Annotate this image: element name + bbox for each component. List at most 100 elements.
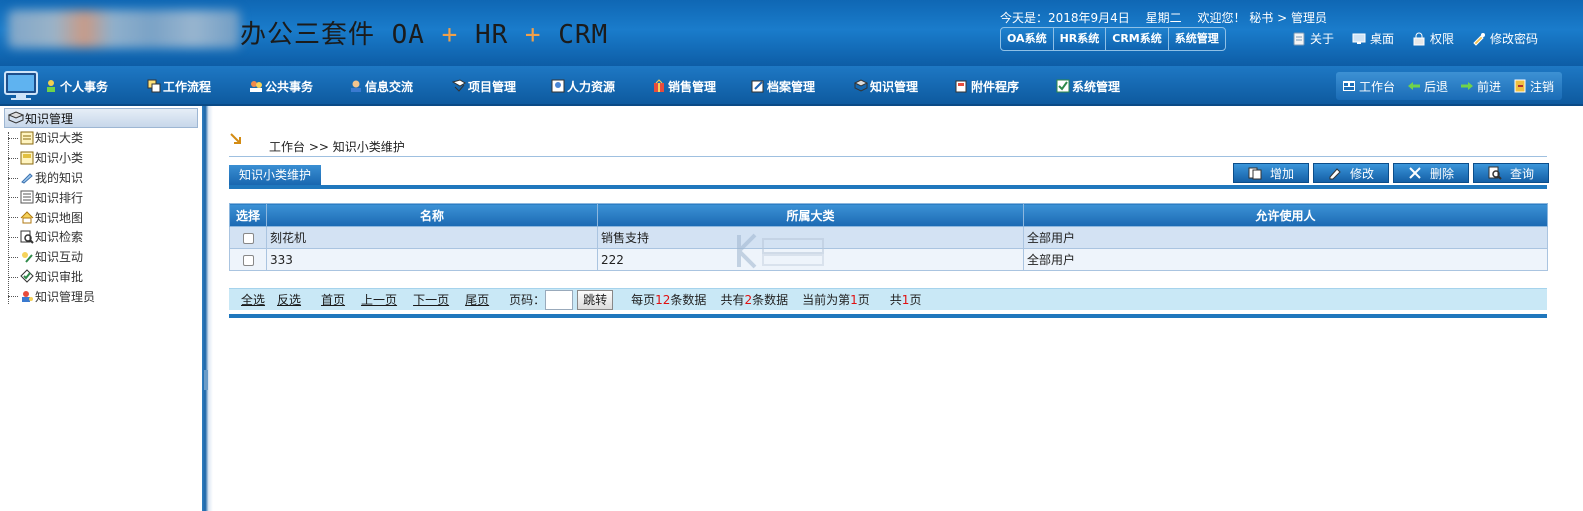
edit-button[interactable]: 修改 <box>1313 163 1389 183</box>
menu-item-label: 个人事务 <box>60 79 109 94</box>
hr-icon <box>551 79 565 93</box>
sidebar-item-label: 知识审批 <box>35 269 84 284</box>
menu-item-label: 人力资源 <box>567 79 616 94</box>
sidebar-item-label: 知识排行 <box>35 190 84 205</box>
sidebar-item-ranking[interactable]: 知识排行 <box>8 187 95 207</box>
sidebar-splitter[interactable] <box>202 106 213 511</box>
last-page-link[interactable]: 尾页 <box>465 291 489 308</box>
pagination-bar: 全选 反选 首页 上一页 下一页 尾页 页码： 跳转 每页12条数据 共有2条数… <box>229 288 1547 310</box>
query-label: 查询 <box>1509 166 1534 181</box>
ranking-icon <box>20 190 34 204</box>
public-affairs-icon <box>250 81 262 92</box>
invert-selection-link[interactable]: 反选 <box>277 291 301 308</box>
about-link[interactable]: 关于 <box>1292 30 1334 47</box>
sidebar-title: 知识管理 <box>25 111 74 126</box>
total-prefix: 共有 <box>720 293 745 307</box>
sidebar-item-label: 知识大类 <box>35 131 84 146</box>
sidebar-item-category[interactable]: 知识大类 <box>8 128 95 148</box>
column-header-users[interactable]: 允许使用人 <box>1023 203 1548 227</box>
prev-page-link[interactable]: 上一页 <box>361 291 397 308</box>
watermark-logo <box>737 233 824 269</box>
jump-button[interactable]: 跳转 <box>577 289 614 310</box>
weekday-label: 星期二 <box>1145 11 1182 25</box>
section-title: 知识小类维护 <box>229 165 322 185</box>
logout-button[interactable]: 注销 <box>1513 78 1554 95</box>
sidebar-item-interaction[interactable]: 知识互动 <box>8 247 95 267</box>
forward-button[interactable]: 前进 <box>1460 78 1501 95</box>
menu-item-sales[interactable]: 销售管理 <box>652 66 751 106</box>
sidebar-item-search[interactable]: 知识检索 <box>8 227 95 247</box>
title-plus: + <box>441 20 459 50</box>
forward-arrow-icon <box>1461 82 1474 90</box>
column-header-select: 选择 <box>229 203 267 227</box>
person-icon <box>47 80 55 92</box>
menu-item-public-affairs[interactable]: 公共事务 <box>249 66 349 106</box>
table-row[interactable]: 333 222 全部用户 <box>229 248 1548 271</box>
next-page-link[interactable]: 下一页 <box>413 291 449 308</box>
menu-item-person[interactable]: 个人事务 <box>44 66 147 106</box>
change-password-link[interactable]: 修改密码 <box>1472 30 1538 47</box>
tab-system-admin[interactable]: 系统管理 <box>1169 28 1225 50</box>
row-checkbox[interactable] <box>242 254 254 266</box>
delete-icon <box>1409 167 1421 179</box>
menu-item-hr[interactable]: 人力资源 <box>551 66 652 106</box>
tab-oa-system[interactable]: OA系统 <box>1001 28 1054 50</box>
welcome-text: 欢迎您！ 秘书 > 管理员 <box>1197 11 1327 25</box>
splitter-grip[interactable] <box>204 370 208 390</box>
tab-hr-system[interactable]: HR系统 <box>1054 28 1107 50</box>
about-icon <box>1293 32 1305 45</box>
menu-item-knowledge[interactable]: 知识管理 <box>854 66 955 106</box>
current-prefix: 当前为第 <box>802 293 851 307</box>
menu-item-archive[interactable]: 档案管理 <box>751 66 854 106</box>
sidebar-item-admin[interactable]: 知识管理员 <box>8 286 95 306</box>
total-info: 共有2条数据 <box>720 291 788 308</box>
menu-item-system[interactable]: 系统管理 <box>1056 66 1146 106</box>
column-header-name[interactable]: 名称 <box>266 203 598 227</box>
back-label: 后退 <box>1424 79 1449 94</box>
about-label: 关于 <box>1310 32 1335 46</box>
query-button[interactable]: 查询 <box>1473 163 1549 183</box>
desktop-link[interactable]: 桌面 <box>1352 30 1394 47</box>
menu-item-attachment[interactable]: 附件程序 <box>955 66 1056 106</box>
menu-item-label: 工作流程 <box>163 79 212 94</box>
nav-panel: 工作台 后退 前进 注销 <box>1336 72 1562 100</box>
sidebar-item-label: 知识小类 <box>35 151 84 166</box>
category-icon <box>20 131 34 145</box>
select-cell <box>229 226 267 249</box>
page-number-input[interactable] <box>545 289 574 310</box>
sidebar-item-map[interactable]: 知识地图 <box>8 207 95 227</box>
breadcrumb: 工作台 >> 知识小类维护 <box>269 140 405 154</box>
sidebar-item-my-knowledge[interactable]: 我的知识 <box>8 168 95 188</box>
back-button[interactable]: 后退 <box>1407 78 1448 95</box>
sidebar-item-approval[interactable]: 知识审批 <box>8 267 95 287</box>
first-page-link[interactable]: 首页 <box>321 291 345 308</box>
menu-item-label: 销售管理 <box>668 79 717 94</box>
sidebar: 知识管理 知识大类知识小类我的知识知识排行知识地图 知识检索 知识互动知识审批知识管… <box>0 106 200 511</box>
menu-item-message[interactable]: 信息交流 <box>349 66 452 106</box>
permission-link[interactable]: 权限 <box>1412 30 1454 47</box>
system-tabs: OA系统 HR系统 CRM系统 系统管理 <box>1000 27 1226 51</box>
menu-item-workflow[interactable]: 工作流程 <box>147 66 249 106</box>
add-button[interactable]: 增加 <box>1233 163 1309 183</box>
menu-item-label: 系统管理 <box>1072 79 1121 94</box>
table-row[interactable]: 刻花机 销售支持 全部用户 <box>229 226 1548 249</box>
sidebar-header[interactable]: 知识管理 <box>4 108 198 128</box>
change-password-label: 修改密码 <box>1490 32 1539 46</box>
workbench-button[interactable]: 工作台 <box>1342 78 1395 95</box>
delete-button[interactable]: 删除 <box>1393 163 1469 183</box>
per-page-count: 12 <box>655 293 671 307</box>
sidebar-item-subcategory[interactable]: 知识小类 <box>8 148 95 168</box>
approval-icon <box>20 269 34 284</box>
blurred-logo <box>8 10 240 48</box>
password-icon <box>1473 32 1486 46</box>
back-arrow-icon <box>1408 82 1421 90</box>
select-all-link[interactable]: 全选 <box>241 291 265 308</box>
row-checkbox[interactable] <box>242 232 254 244</box>
menu-item-project[interactable]: 项目管理 <box>452 66 551 106</box>
column-header-category[interactable]: 所属大类 <box>597 203 1024 227</box>
map-icon <box>20 211 34 224</box>
add-label: 增加 <box>1269 166 1294 181</box>
my-knowledge-icon <box>21 173 33 185</box>
header: 办公三套件 OA + HR + CRM 今天是：2018年9月4日 星期二 欢迎… <box>0 0 1583 66</box>
tab-crm-system[interactable]: CRM系统 <box>1106 28 1169 50</box>
